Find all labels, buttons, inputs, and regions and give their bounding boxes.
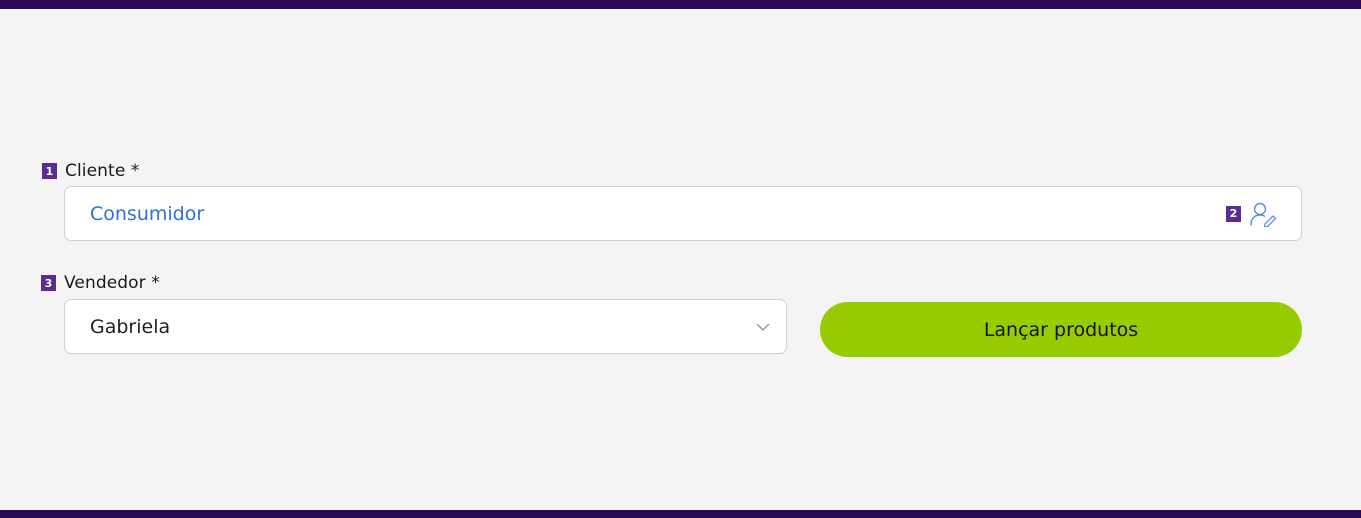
client-icon-group: 2	[1226, 201, 1277, 227]
client-field[interactable]: Consumidor 2	[64, 186, 1302, 241]
top-bar	[0, 0, 1361, 9]
user-edit-icon[interactable]	[1249, 201, 1277, 227]
chevron-down-icon	[756, 323, 770, 331]
client-step-badge: 1	[42, 163, 57, 179]
seller-step-badge: 3	[41, 275, 56, 291]
client-value: Consumidor	[90, 202, 205, 225]
seller-select[interactable]: Gabriela	[64, 299, 787, 354]
seller-value: Gabriela	[90, 315, 171, 338]
bottom-bar	[0, 510, 1361, 518]
launch-products-button[interactable]: Lançar produtos	[820, 302, 1302, 357]
seller-label: Vendedor *	[64, 273, 160, 293]
seller-label-row: 3 Vendedor *	[41, 273, 160, 293]
client-label: Cliente *	[65, 161, 140, 181]
client-icon-badge: 2	[1226, 205, 1241, 222]
client-label-row: 1 Cliente *	[42, 161, 139, 181]
